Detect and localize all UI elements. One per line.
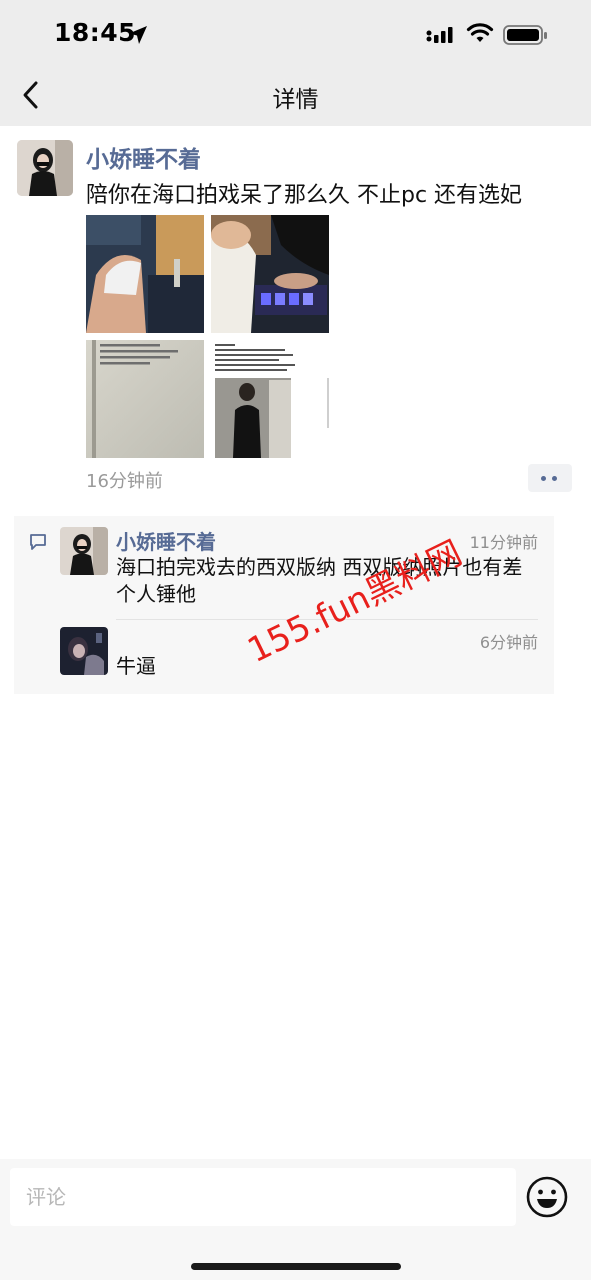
post-photo-3[interactable] [86, 340, 204, 458]
post-author-name[interactable]: 小娇睡不着 [86, 140, 201, 174]
status-time: 18:45 [54, 18, 137, 47]
page-title: 详情 [272, 87, 319, 113]
post-author-avatar[interactable] [17, 140, 73, 196]
more-icon-dot [552, 476, 557, 481]
home-indicator [191, 1263, 401, 1270]
post-text: 陪你在海口拍戏呆了那么久 不止pc 还有选妃 [86, 183, 523, 208]
comment-text: 牛逼 [116, 654, 156, 678]
battery-icon [503, 25, 547, 45]
comment-time: 11分钟前 [469, 533, 538, 552]
emoji-icon[interactable] [525, 1175, 569, 1219]
comment-icon [30, 534, 46, 550]
comment-input[interactable] [10, 1168, 516, 1226]
post-time: 16分钟前 [86, 471, 163, 492]
location-arrow-icon [129, 26, 147, 44]
comment-avatar[interactable] [60, 627, 108, 675]
comment-divider [116, 619, 538, 620]
signal-icon [426, 27, 453, 43]
wifi-icon [466, 23, 494, 42]
comment-time: 6分钟前 [479, 633, 538, 652]
comment-avatar[interactable] [60, 527, 108, 575]
more-button[interactable] [528, 464, 572, 492]
comment-author[interactable]: 小娇睡不着 [116, 526, 216, 555]
post-photo-2[interactable] [211, 215, 329, 333]
moment-detail-screen: 18:45 详情 小娇睡不着 陪你在海口拍戏呆了那么久 不止pc 还有选妃 16… [0, 0, 591, 1280]
post-photo-4[interactable] [211, 340, 329, 458]
comment-text: 海口拍完戏去的西双版纳 西双版纳照片也有差个人锤他 [116, 555, 523, 606]
post-photo-1[interactable] [86, 215, 204, 333]
more-icon-dot [541, 476, 546, 481]
